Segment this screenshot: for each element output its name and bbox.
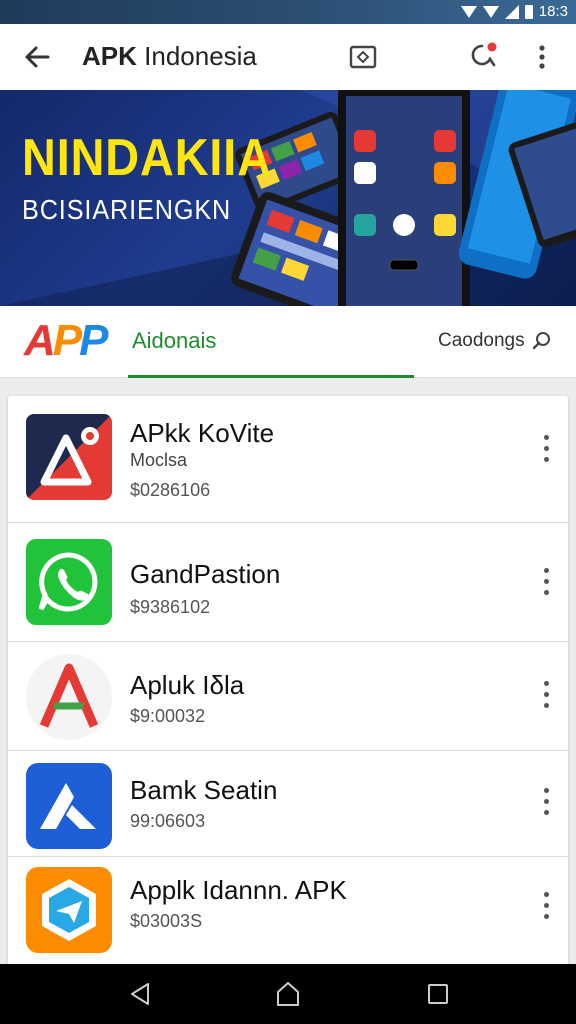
app-name: APkk KoVite [130, 418, 275, 448]
list-item[interactable]: GandPastion $9386102 [8, 523, 568, 642]
battery-icon [524, 4, 533, 19]
page-title-rest: Indonesia [136, 41, 257, 71]
app-price: $9386102 [130, 597, 211, 617]
row-more-icon[interactable] [538, 680, 554, 710]
app-name: Bamk Seatin [130, 775, 278, 805]
tab-active-label: Aidonais [132, 328, 217, 353]
list-item[interactable]: Applk Idannn. APK $03003S [8, 857, 568, 966]
list-item[interactable]: APkk KoVite Moclsa $0286106 [8, 396, 568, 523]
banner-subline: BCISIARIENGKN [22, 194, 232, 225]
nav-back-icon[interactable] [128, 982, 152, 1006]
app-name: Applk Idannn. APK [130, 875, 347, 905]
signal-icon [504, 4, 519, 19]
app-list: APkk KoVite Moclsa $0286106 GandPastion … [8, 396, 568, 966]
nav-home-icon[interactable] [274, 980, 302, 1008]
app-icon-gandpastion [26, 539, 112, 625]
app-price: 99:06603 [130, 811, 206, 831]
page-title: APK Indonesia [82, 41, 257, 72]
notification-icon[interactable] [468, 40, 500, 72]
cast-icon[interactable] [348, 42, 378, 72]
app-name: GandPastion [130, 559, 281, 589]
app-price: $03003S [130, 911, 203, 931]
app-icon-apkk [26, 414, 112, 500]
wifi-icon-2 [482, 5, 499, 18]
row-more-icon[interactable] [538, 891, 554, 921]
back-arrow-icon[interactable] [22, 42, 52, 72]
app-icon-applk [26, 867, 112, 953]
page-title-bold: APK [82, 41, 137, 71]
list-item[interactable]: Apluk Iδla $9:00032 [8, 642, 568, 751]
app-logo-p2: P [79, 316, 108, 365]
row-more-icon[interactable] [538, 787, 554, 817]
list-item[interactable]: Bamk Seatin 99:06603 [8, 751, 568, 857]
app-price: $9:00032 [130, 706, 206, 726]
status-time: 18:3 [538, 3, 568, 20]
status-bar: 18:3 [0, 0, 576, 24]
tab-active[interactable]: Aidonais [128, 306, 416, 378]
tab-search[interactable]: Caodongs [438, 330, 553, 352]
app-logo-a: A [24, 316, 56, 365]
nav-recent-apps-icon[interactable] [426, 982, 450, 1006]
more-options-icon[interactable] [530, 42, 554, 72]
tab-indicator [128, 375, 414, 378]
app-icon-bamk [26, 763, 112, 849]
app-logo[interactable]: APP [24, 316, 109, 366]
app-name: Apluk Iδla [130, 670, 245, 700]
promo-banner[interactable]: NINDAKIIA BCISIARIENGKN [0, 90, 576, 306]
app-price: $0286106 [130, 480, 211, 500]
tab-bar: APP Aidonais Caodongs [0, 306, 576, 378]
row-more-icon[interactable] [538, 567, 554, 597]
app-icon-apluk [26, 654, 112, 740]
tab-search-label: Caodongs [438, 330, 525, 351]
app-logo-p1: P [52, 316, 82, 365]
search-icon [532, 332, 550, 350]
system-nav-bar [0, 964, 576, 1024]
row-more-icon[interactable] [538, 434, 554, 464]
banner-headline: NINDAKIIA [22, 129, 272, 187]
app-category: Moclsa [130, 450, 188, 470]
wifi-icon [460, 5, 477, 18]
app-bar: APK Indonesia [0, 24, 576, 90]
